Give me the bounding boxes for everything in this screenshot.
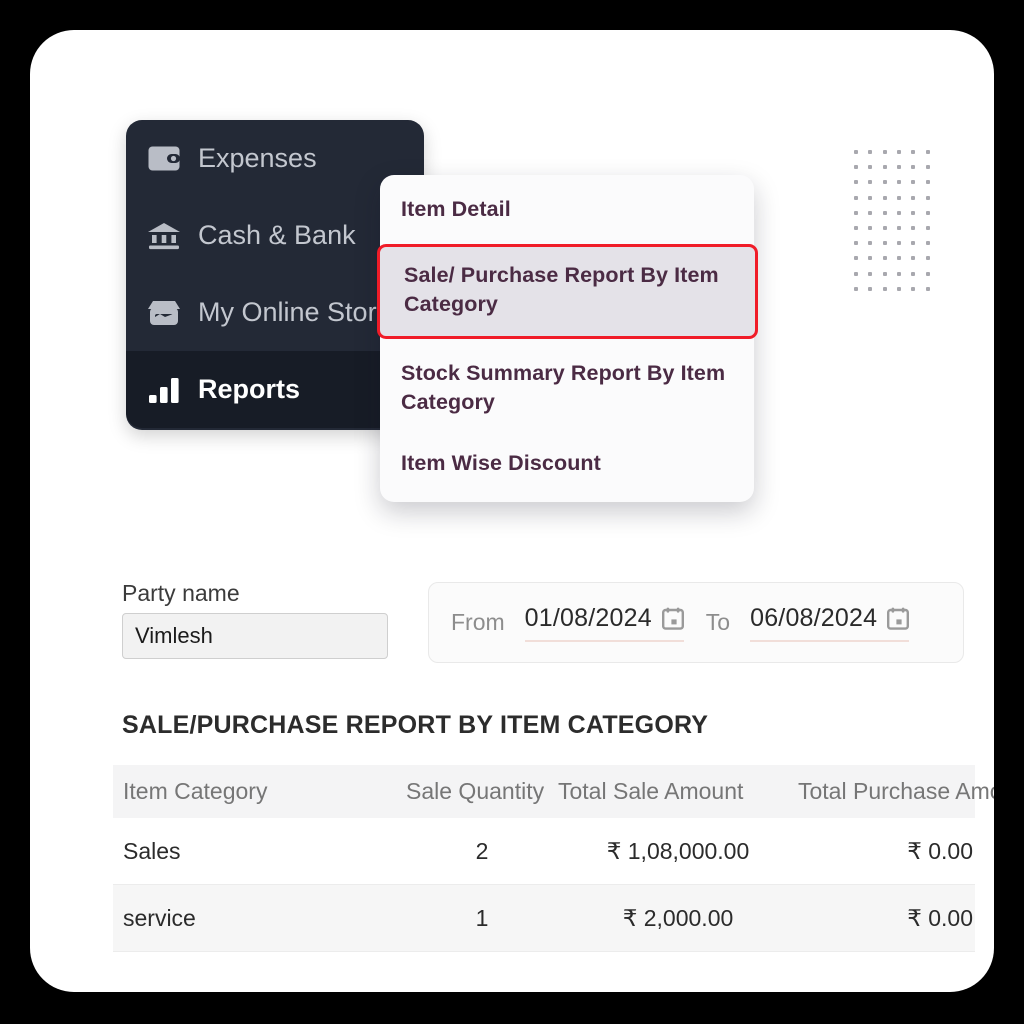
bank-icon bbox=[142, 219, 186, 253]
menu-item-stock-summary-report-by-item-category[interactable]: Stock Summary Report By Item Category bbox=[380, 345, 754, 431]
reports-dropdown-menu: Item Detail Sale/ Purchase Report By Ite… bbox=[377, 175, 758, 503]
menu-item-sale-purchase-report-by-item-category[interactable]: Sale/ Purchase Report By Item Category bbox=[377, 244, 758, 339]
party-name-group: Party name Vimlesh bbox=[122, 582, 390, 659]
report-table: Item Category Sale Quantity Total Sale A… bbox=[113, 765, 994, 952]
cell-total-sale-amount: ₹ 2,000.00 bbox=[622, 904, 734, 931]
party-name-label: Party name bbox=[122, 580, 240, 606]
to-date-field[interactable]: To 06/08/2024 bbox=[705, 603, 910, 642]
cell-item-category: Sales bbox=[123, 837, 181, 864]
filters-row: Party name Vimlesh From 01/08/2024 To 06… bbox=[122, 582, 964, 666]
sidebar-item-label: Cash & Bank bbox=[198, 220, 356, 250]
menu-item-label: Item Detail bbox=[401, 197, 511, 221]
cell-total-purchase-amount: ₹ 0.00 bbox=[907, 904, 973, 931]
cell-sale-quantity: 2 bbox=[475, 837, 489, 864]
cell-sale-quantity: 1 bbox=[475, 904, 489, 931]
screenshot-root: Expenses Cash & Bank My Online Store Rep… bbox=[0, 0, 1024, 1024]
menu-item-label: Stock Summary Report By Item Category bbox=[401, 360, 726, 414]
sidebar-item-label: Reports bbox=[198, 374, 301, 404]
column-header-total-sale-amount: Total Sale Amount bbox=[558, 778, 744, 804]
menu-item-label: Item Wise Discount bbox=[401, 451, 601, 476]
wallet-icon bbox=[142, 142, 186, 176]
to-date-value: 06/08/2024 bbox=[750, 603, 878, 632]
cell-total-purchase-amount: ₹ 0.00 bbox=[907, 837, 973, 864]
table-header-row: Item Category Sale Quantity Total Sale A… bbox=[113, 765, 994, 818]
to-label: To bbox=[705, 609, 731, 635]
decorative-dot-grid bbox=[854, 150, 940, 302]
table-row[interactable]: service 1 ₹ 2,000.00 ₹ 0.00 bbox=[113, 885, 975, 952]
bar-chart-icon bbox=[142, 373, 186, 407]
party-name-value: Vimlesh bbox=[135, 623, 213, 648]
cell-total-sale-amount: ₹ 1,08,000.00 bbox=[606, 837, 750, 864]
from-date-field[interactable]: From 01/08/2024 bbox=[451, 604, 684, 642]
app-card: Expenses Cash & Bank My Online Store Rep… bbox=[30, 30, 994, 992]
from-date-input[interactable]: 01/08/2024 bbox=[524, 603, 684, 642]
menu-item-item-wise-discount[interactable]: Item Wise Discount bbox=[380, 435, 754, 492]
column-header-item-category: Item Category bbox=[123, 778, 268, 804]
menu-item-item-detail[interactable]: Item Detail bbox=[380, 181, 754, 238]
calendar-icon[interactable] bbox=[661, 607, 684, 630]
table-row[interactable]: Sales 2 ₹ 1,08,000.00 ₹ 0.00 bbox=[113, 818, 975, 885]
from-label: From bbox=[451, 609, 505, 635]
cell-item-category: service bbox=[123, 904, 196, 931]
party-name-input[interactable]: Vimlesh bbox=[122, 613, 388, 659]
date-range-picker: From 01/08/2024 To 06/08/2024 bbox=[428, 582, 964, 663]
column-header-sale-quantity: Sale Quantity bbox=[406, 778, 545, 804]
calendar-icon[interactable] bbox=[887, 607, 910, 630]
to-date-input[interactable]: 06/08/2024 bbox=[750, 603, 910, 642]
from-date-value: 01/08/2024 bbox=[524, 603, 652, 632]
sidebar-item-label: My Online Store bbox=[198, 297, 392, 327]
menu-item-label: Sale/ Purchase Report By Item Category bbox=[404, 263, 719, 317]
sidebar-item-label: Expenses bbox=[198, 143, 317, 173]
storefront-icon bbox=[142, 296, 186, 330]
column-header-total-purchase-amount: Total Purchase Amount bbox=[798, 778, 994, 804]
report-title: SALE/PURCHASE REPORT BY ITEM CATEGORY bbox=[122, 711, 709, 739]
